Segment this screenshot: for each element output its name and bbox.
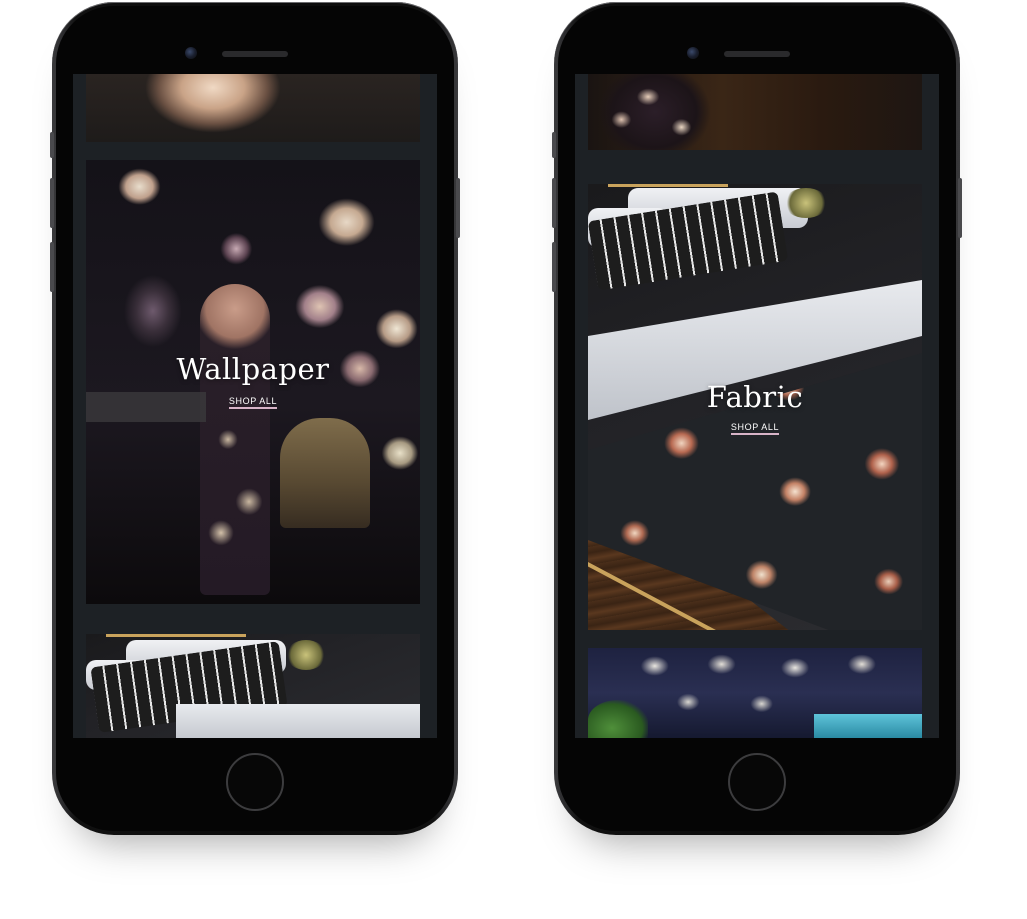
earpiece-speaker (724, 51, 790, 57)
phone-screen: Fabric SHOP ALL (575, 74, 939, 738)
wallpaper-shop-all-label[interactable]: SHOP ALL (228, 396, 278, 409)
fabric-tile[interactable]: Fabric SHOP ALL (588, 184, 922, 630)
front-camera-icon (687, 47, 699, 59)
mute-switch (50, 132, 54, 158)
volume-down-button (552, 242, 556, 292)
volume-down-button (50, 242, 54, 292)
fabric-shop-all-label[interactable]: SHOP ALL (730, 422, 780, 435)
plant-image (784, 188, 828, 218)
teal-panel-image (814, 714, 922, 738)
dress-tile-partial[interactable] (588, 74, 922, 150)
power-button (958, 178, 962, 238)
earpiece-speaker (222, 51, 288, 57)
phone-right: Fabric SHOP ALL (552, 2, 962, 835)
phone-screen: Wallpaper SHOP ALL (73, 74, 437, 738)
chair-image (279, 417, 370, 528)
power-button (456, 178, 460, 238)
home-button[interactable] (226, 753, 284, 811)
plant-image (286, 640, 326, 670)
model-image (199, 284, 270, 596)
volume-up-button (552, 178, 556, 228)
headboard-image (106, 634, 246, 637)
mute-switch (552, 132, 556, 158)
leaf-image (588, 700, 648, 738)
sheet-image (176, 704, 420, 738)
bed-tile-partial[interactable] (86, 634, 420, 738)
floral-tile-partial[interactable] (86, 74, 420, 142)
fabric-shop-all-link[interactable]: SHOP ALL (588, 422, 922, 435)
phone-left: Wallpaper SHOP ALL (50, 2, 460, 835)
mirror-floral-tile-partial[interactable] (588, 648, 922, 738)
front-camera-icon (185, 47, 197, 59)
wallpaper-shop-all-link[interactable]: SHOP ALL (86, 396, 420, 409)
volume-up-button (50, 178, 54, 228)
home-button[interactable] (728, 753, 786, 811)
headboard-image (608, 184, 728, 187)
fabric-title: Fabric (706, 380, 804, 414)
wallpaper-title: Wallpaper (176, 352, 330, 386)
wallpaper-tile[interactable]: Wallpaper SHOP ALL (86, 160, 420, 604)
lumbar-pillow-image (588, 191, 789, 291)
